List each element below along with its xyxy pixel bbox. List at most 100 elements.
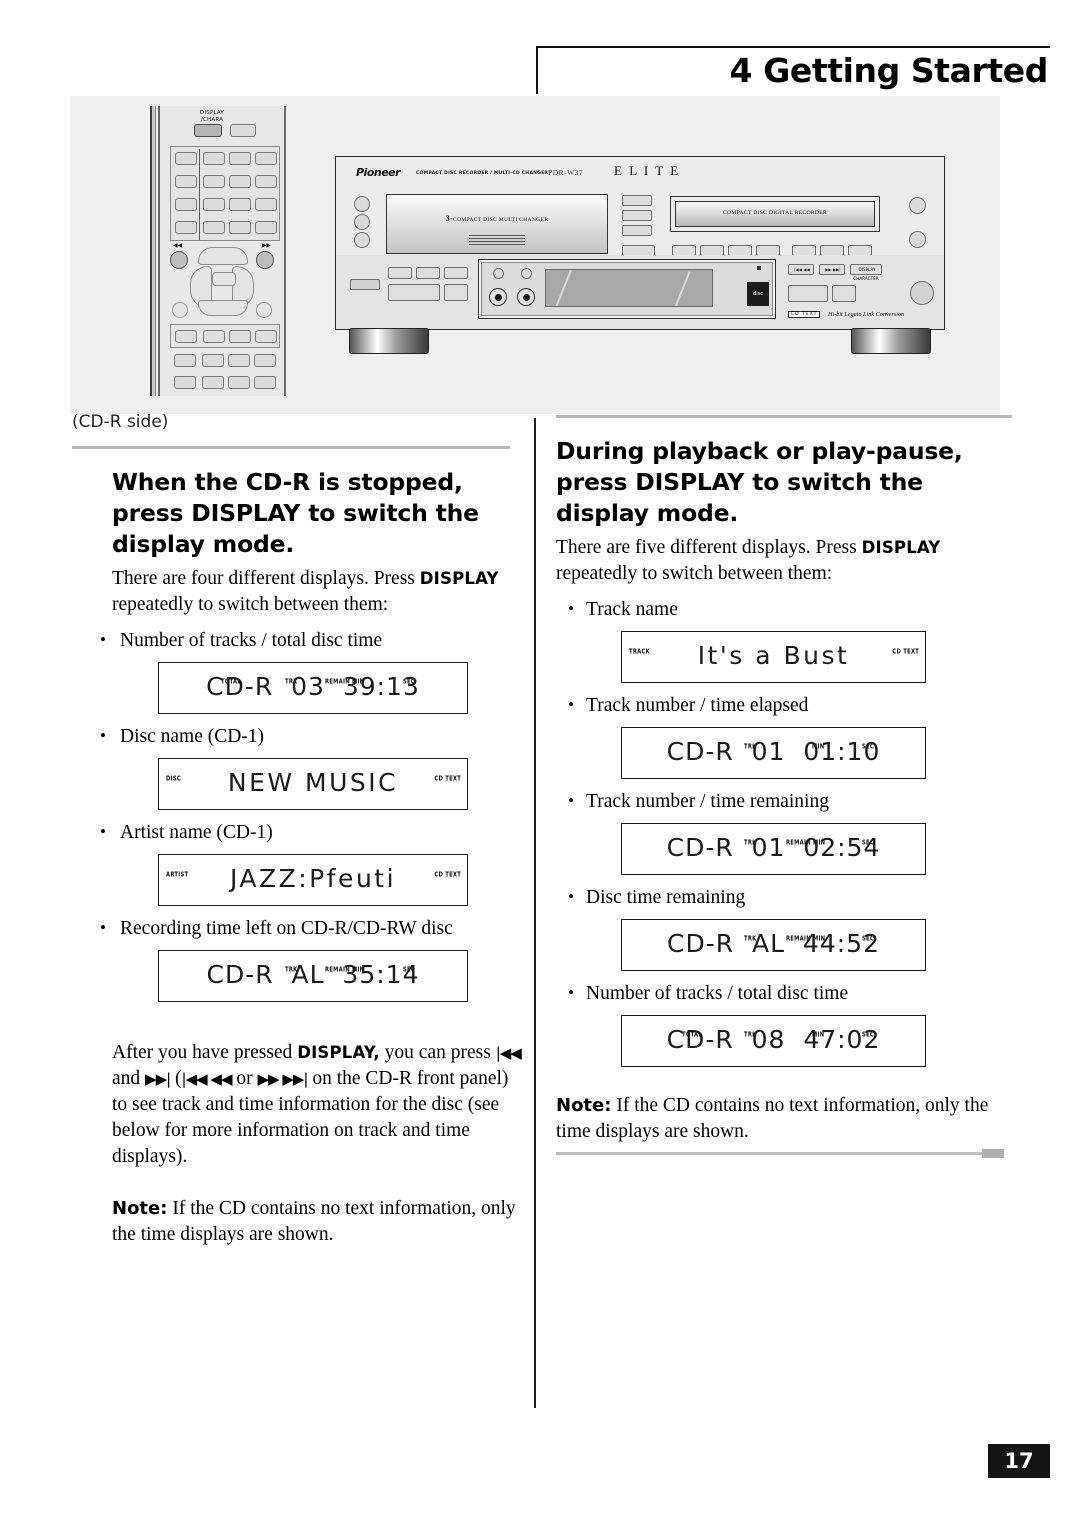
changer-tray-label: 3-COMPACT DISC MULTI CHANGER [445, 214, 549, 223]
deck-foot-left [349, 328, 429, 354]
left-after-paragraph: After you have pressed DISPLAY, you can … [72, 1040, 528, 1170]
remote-display-button[interactable] [194, 124, 222, 137]
deck-small-knob[interactable] [493, 268, 504, 279]
recorder-tray[interactable]: COMPACT DISC DIGITAL RECORDER [670, 196, 880, 232]
deck-next-button[interactable]: ▶▶ ▶▶| [819, 264, 845, 275]
remote-key[interactable] [229, 330, 251, 343]
remote-key[interactable] [203, 198, 225, 211]
remote-pad-up[interactable] [198, 247, 248, 265]
deck-subtitle: COMPACT DISC RECORDER / MULTI-CD CHANGER [416, 171, 549, 176]
vfd-readout: CD-R 03 39:13 [206, 672, 420, 701]
remote-keypad-group [170, 146, 280, 241]
deck-prev-button[interactable]: |◀◀ ◀◀ [788, 264, 814, 275]
headphone-jack[interactable] [489, 288, 507, 306]
remote-pad-enter[interactable] [212, 272, 236, 286]
remote-key[interactable] [174, 354, 196, 367]
remote-key[interactable] [202, 354, 224, 367]
deck-knob[interactable] [354, 196, 370, 212]
remote-aux-button-left[interactable] [172, 302, 188, 318]
after-part4: ( [170, 1068, 182, 1089]
remote-key[interactable] [229, 152, 251, 165]
deck-knob[interactable] [909, 231, 926, 248]
remote-key[interactable] [203, 175, 225, 188]
remote-key[interactable] [202, 376, 224, 389]
note-label: Note: [556, 1095, 612, 1116]
list-item: Number of tracks / total disc time TOTAL… [556, 980, 1012, 1067]
remote-key[interactable] [203, 152, 225, 165]
deck-knob[interactable] [909, 197, 926, 214]
right-column: During playback or play-pause, press DIS… [556, 415, 1012, 1145]
vfd-readout: CD-R AL 44:52 [667, 929, 880, 958]
deck-knob[interactable] [354, 232, 370, 248]
remote-key[interactable] [255, 175, 277, 188]
remote-key[interactable] [203, 330, 225, 343]
remote-next-button[interactable] [256, 251, 274, 269]
remote-key[interactable] [229, 221, 251, 234]
remote-key[interactable] [255, 198, 277, 211]
remote-key[interactable] [254, 376, 276, 389]
list-item: Recording time left on CD-R/CD-RW disc T… [72, 915, 528, 1002]
vfd-figure: ARTIST CD TEXT JAZZ:Pfeuti [158, 854, 468, 906]
deck-vfd-window [545, 269, 713, 307]
display-keyword: DISPLAY, [297, 1043, 380, 1062]
deck-knob[interactable] [354, 214, 370, 230]
deck-button[interactable] [444, 267, 468, 279]
deck-small-knob[interactable] [521, 268, 532, 279]
remote-button[interactable] [230, 124, 256, 137]
remote-pad-down[interactable] [198, 300, 248, 316]
remote-key[interactable] [229, 198, 251, 211]
mic-jack[interactable] [517, 288, 535, 306]
remote-control-illustration: DISPLAY/CHARA ◀◀ ▶▶ [132, 98, 297, 398]
deck-button[interactable] [416, 267, 440, 279]
remote-key[interactable] [175, 152, 197, 165]
remote-key[interactable] [228, 354, 250, 367]
deck-button[interactable] [622, 195, 652, 206]
cd-recorder-illustration: Pioneer COMPACT DISC RECORDER / MULTI-CD… [335, 156, 945, 354]
remote-key[interactable] [255, 330, 277, 343]
elite-logo: E L I T E [614, 163, 681, 178]
after-part5: or [231, 1068, 258, 1089]
deck-button[interactable] [388, 267, 412, 279]
footer-rule [556, 1152, 990, 1155]
page-header-rule: 4 Getting Started [536, 46, 1050, 94]
remote-key[interactable] [175, 175, 197, 188]
remote-key[interactable] [255, 221, 277, 234]
changer-tray[interactable]: 3-COMPACT DISC MULTI CHANGER [386, 194, 608, 254]
remote-key[interactable] [175, 330, 197, 343]
remote-key[interactable] [254, 354, 276, 367]
list-item-label: Track name [586, 599, 678, 620]
left-column: When the CD-R is stopped, press DISPLAY … [72, 446, 528, 1248]
deck-lower-panel: disc |◀◀ ◀◀ ▶▶ ▶▶| DISPLAY CHARACTER CD … [335, 255, 945, 330]
deck-button[interactable] [788, 285, 828, 302]
vfd-readout: It's a Bust [697, 641, 850, 670]
remote-aux-button-right[interactable] [256, 302, 272, 318]
remote-prev-button[interactable] [170, 251, 188, 269]
deck-button[interactable] [832, 285, 856, 302]
tray-vent-lines [469, 235, 525, 236]
vfd-readout: CD-R 01 02:54 [666, 833, 881, 862]
page-number: 17 [988, 1444, 1050, 1478]
deck-volume-knob[interactable] [910, 281, 934, 305]
deck-button[interactable] [388, 284, 440, 301]
deck-button[interactable] [350, 279, 380, 290]
remote-key[interactable] [228, 376, 250, 389]
right-column-rule [556, 415, 1012, 418]
right-intro-pre: There are five different displays. Press [556, 537, 862, 558]
remote-key[interactable] [174, 376, 196, 389]
deck-button[interactable] [622, 225, 652, 236]
remote-key[interactable] [203, 221, 225, 234]
rewind-arrow-icon: |◀◀ ◀◀ [181, 1070, 233, 1088]
vfd-figure: TRK REMAIN MIN SEC CD-R AL 44:52 [621, 919, 926, 971]
remote-key[interactable] [229, 175, 251, 188]
left-display-list: Number of tracks / total disc time TOTAL… [72, 627, 528, 1002]
cd-logo-icon: disc [747, 282, 769, 306]
deck-button[interactable] [622, 210, 652, 221]
deck-button[interactable] [444, 284, 468, 301]
deck-display-button[interactable]: DISPLAY [850, 264, 882, 275]
remote-key[interactable] [255, 152, 277, 165]
remote-key[interactable] [175, 221, 197, 234]
left-note: Note: If the CD contains no text informa… [72, 1196, 528, 1248]
deck-upper-panel: Pioneer COMPACT DISC RECORDER / MULTI-CD… [335, 156, 945, 257]
remote-key[interactable] [175, 198, 197, 211]
illustration-caption: (CD-R side) [72, 412, 169, 432]
